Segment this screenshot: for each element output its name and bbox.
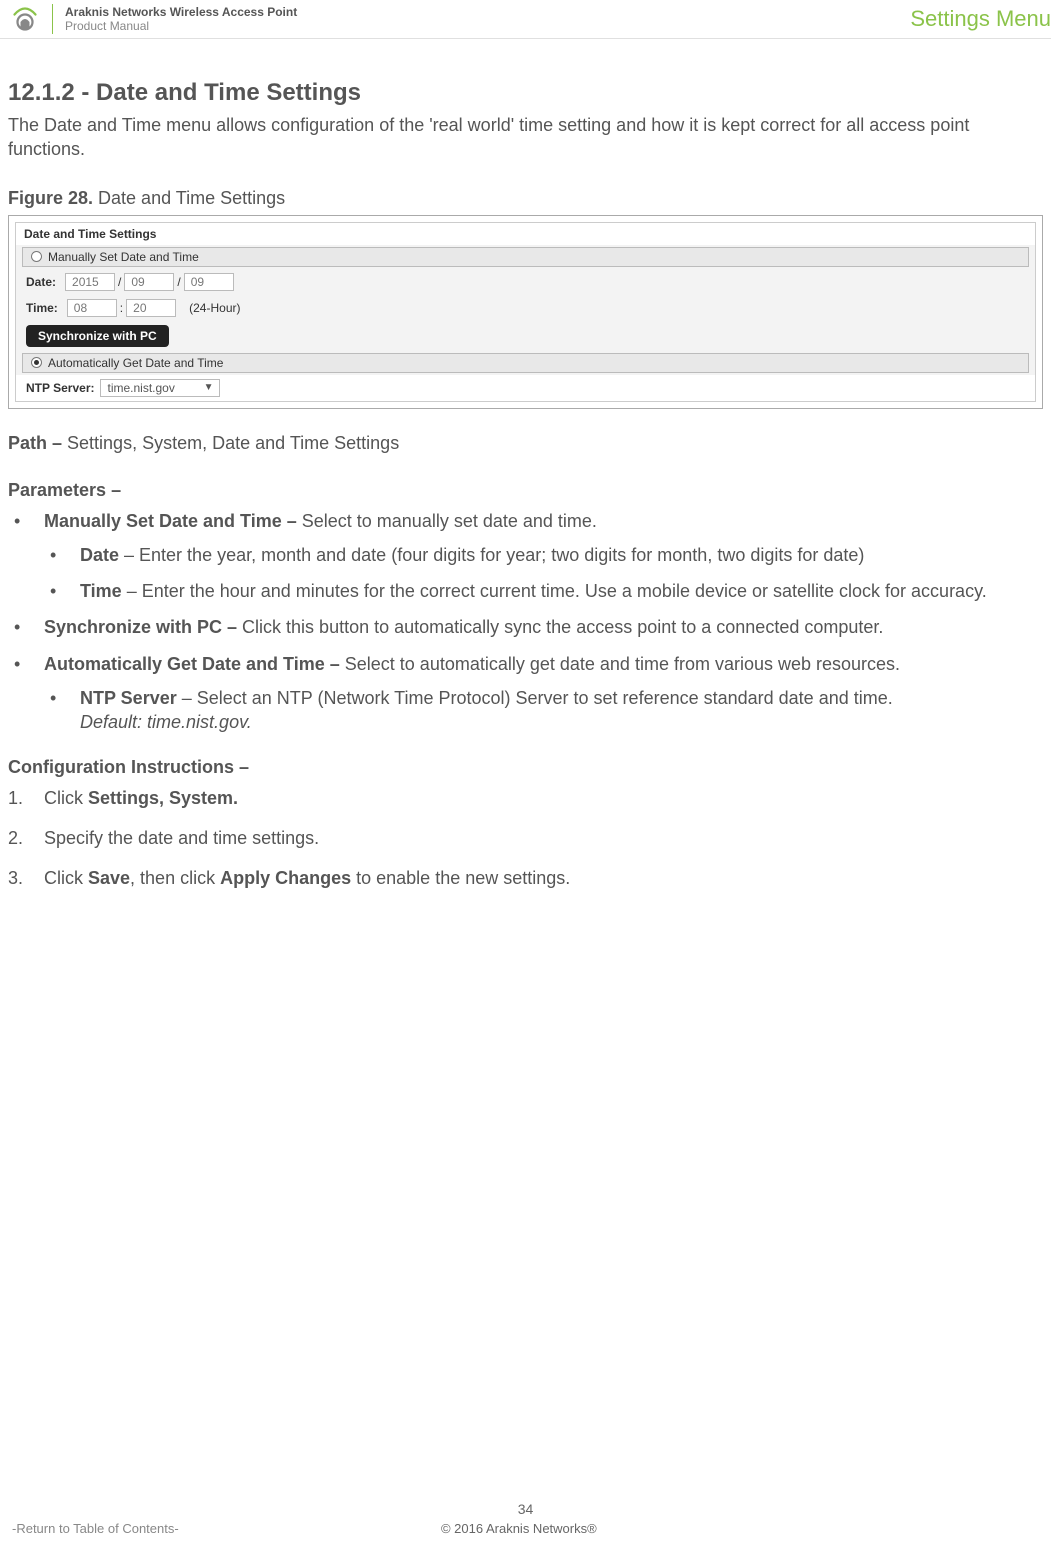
- page-number: 34: [0, 1501, 1051, 1517]
- list-item: Date – Enter the year, month and date (f…: [44, 543, 1043, 567]
- list-item: Click Save, then click Apply Changes to …: [8, 866, 1043, 890]
- date-sep: /: [177, 275, 180, 289]
- ss-panel-title: Date and Time Settings: [16, 223, 1035, 245]
- date-year-input[interactable]: 2015: [65, 273, 115, 291]
- time-note: (24-Hour): [189, 301, 240, 315]
- time-min-input[interactable]: 20: [126, 299, 176, 317]
- parameters-heading: Parameters –: [8, 480, 1043, 501]
- auto-radio-label: Automatically Get Date and Time: [48, 356, 223, 370]
- time-sep: :: [120, 301, 123, 315]
- parameters-list: Manually Set Date and Time – Select to m…: [8, 509, 1043, 735]
- settings-menu-link[interactable]: Settings Menu: [910, 6, 1051, 32]
- list-item: Manually Set Date and Time – Select to m…: [8, 509, 1043, 604]
- time-row: Time: 08 : 20 (24-Hour): [16, 295, 1035, 321]
- figure-screenshot: Date and Time Settings Manually Set Date…: [8, 215, 1043, 409]
- path-line: Path – Settings, System, Date and Time S…: [8, 433, 1043, 454]
- date-sep: /: [118, 275, 121, 289]
- list-item: Specify the date and time settings.: [8, 826, 1043, 850]
- date-month-input[interactable]: 09: [124, 273, 174, 291]
- ntp-label: NTP Server:: [26, 381, 94, 395]
- manual-date-radio[interactable]: Manually Set Date and Time: [22, 247, 1029, 267]
- date-label: Date:: [26, 275, 56, 289]
- manual-radio-label: Manually Set Date and Time: [48, 250, 199, 264]
- araknis-logo-icon: [10, 4, 40, 34]
- auto-date-radio[interactable]: Automatically Get Date and Time: [22, 353, 1029, 373]
- radio-icon: [31, 251, 42, 262]
- path-label: Path –: [8, 433, 67, 453]
- page-footer: 34 -Return to Table of Contents- © 2016 …: [0, 1501, 1051, 1536]
- list-item: Time – Enter the hour and minutes for th…: [44, 579, 1043, 603]
- header-title: Araknis Networks Wireless Access Point: [65, 5, 910, 19]
- figure-caption: Figure 28. Date and Time Settings: [8, 188, 1043, 209]
- config-heading: Configuration Instructions –: [8, 757, 1043, 778]
- date-row: Date: 2015 / 09 / 09: [16, 269, 1035, 295]
- header-subtitle: Product Manual: [65, 19, 910, 33]
- list-item: NTP Server – Select an NTP (Network Time…: [44, 686, 1043, 735]
- copyright: © 2016 Araknis Networks®: [441, 1521, 597, 1536]
- list-item: Automatically Get Date and Time – Select…: [8, 652, 1043, 735]
- date-day-input[interactable]: 09: [184, 273, 234, 291]
- list-item: Click Settings, System.: [8, 786, 1043, 810]
- section-heading: 12.1.2 - Date and Time Settings: [8, 79, 1043, 107]
- ntp-server-select[interactable]: time.nist.gov ▼: [100, 379, 220, 397]
- path-value: Settings, System, Date and Time Settings: [67, 433, 399, 453]
- radio-checked-icon: [31, 357, 42, 368]
- figure-title: Date and Time Settings: [93, 188, 285, 208]
- figure-label: Figure 28.: [8, 188, 93, 208]
- ntp-value: time.nist.gov: [107, 381, 174, 395]
- time-label: Time:: [26, 301, 58, 315]
- list-item: Synchronize with PC – Click this button …: [8, 615, 1043, 639]
- ntp-row: NTP Server: time.nist.gov ▼: [16, 375, 1035, 401]
- time-hour-input[interactable]: 08: [67, 299, 117, 317]
- page-content: 12.1.2 - Date and Time Settings The Date…: [0, 39, 1051, 891]
- chevron-down-icon: ▼: [204, 382, 214, 393]
- brand-logo: [10, 4, 53, 34]
- return-toc-link[interactable]: -Return to Table of Contents-: [12, 1521, 179, 1536]
- header-text: Araknis Networks Wireless Access Point P…: [65, 5, 910, 33]
- page-header: Araknis Networks Wireless Access Point P…: [0, 0, 1051, 39]
- sync-pc-button[interactable]: Synchronize with PC: [26, 325, 169, 347]
- section-intro: The Date and Time menu allows configurat…: [8, 113, 1043, 162]
- config-steps: Click Settings, System. Specify the date…: [8, 786, 1043, 891]
